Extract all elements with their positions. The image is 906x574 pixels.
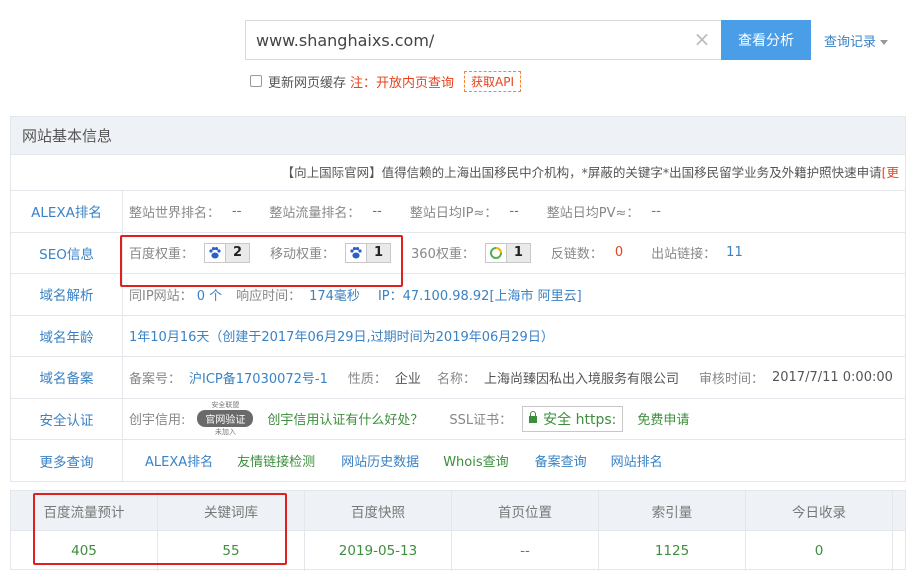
credit-benefit-link[interactable]: 创宇信用认证有什么好处？ (267, 409, 423, 428)
icp-name-label: 名称： (436, 371, 476, 387)
cache-row: 更新网页缓存 注：开放内页查询 获取API (250, 70, 522, 92)
row-label-security[interactable]: 安全认证 (11, 398, 123, 439)
url-input[interactable] (246, 21, 676, 59)
360-weight-label: 360权重： (411, 247, 475, 263)
response-time-value: 174毫秒 (309, 288, 360, 304)
360-weight-badge[interactable]: 1 (484, 242, 531, 263)
ssl-badge[interactable]: 安全 https: (522, 405, 624, 432)
more-link-friend[interactable]: 友情链接检测 (237, 451, 315, 470)
daily-pv-value: -- (651, 203, 661, 219)
seal-bottom-text: 未加入 (214, 428, 236, 437)
analyze-button[interactable]: 查看分析 (721, 20, 811, 60)
highlight-weight-box (120, 235, 403, 287)
icp-date-value: 2017/7/11 0:00:00 (771, 369, 893, 385)
icp-type-label: 性质： (347, 371, 387, 387)
stats-value-cell[interactable]: 2019-05-13 (305, 531, 452, 571)
site-basic-info-panel: 网站基本信息 【向上国际官网】值得信赖的上海出国移民中介机构，*屏蔽的关键字*出… (10, 116, 906, 482)
get-api-button[interactable]: 获取API (464, 70, 522, 92)
more-link-rank[interactable]: 网站排名 (611, 451, 663, 470)
highlight-stats-box (33, 493, 287, 565)
traffic-rank-value: -- (372, 203, 382, 219)
panel-title: 网站基本信息 (11, 117, 905, 155)
stats-header-cell: 索引量 (599, 491, 746, 530)
outlinks-value[interactable]: 11 (726, 245, 743, 260)
ssl-label: SSL证书： (449, 413, 513, 429)
icp-name-value: 上海尚臻因私出入境服务有限公司 (483, 371, 679, 387)
row-label-seo[interactable]: SEO信息 (11, 232, 123, 273)
icp-type-value: 企业 (394, 371, 421, 387)
stats-header-cell: 百度快照 (305, 491, 452, 530)
stats-value-cell[interactable]: -- (452, 531, 599, 571)
icp-number-value[interactable]: 沪ICP备17030072号-1 (189, 368, 328, 387)
update-cache-label[interactable]: 更新网页缓存 (268, 72, 346, 91)
360-logo-icon (486, 244, 506, 262)
backlinks-label: 反链数： (550, 247, 603, 263)
inner-page-note: 注：开放内页查询 (350, 75, 455, 91)
same-ip-label: 同IP网站： (129, 288, 193, 304)
daily-ip-label: 整站日均IP≈： (409, 205, 498, 221)
ad-more[interactable]: [更 (882, 165, 899, 180)
row-label-icp[interactable]: 域名备案 (11, 357, 123, 398)
stats-header-cell: 今日收录 (746, 491, 893, 530)
daily-ip-value: -- (509, 203, 519, 219)
ip-address-value[interactable]: IP：47.100.98.92[上海市 阿里云] (378, 285, 582, 304)
row-label-domain-age[interactable]: 域名年龄 (11, 315, 123, 356)
caret-down-icon (880, 40, 889, 45)
more-link-alexa[interactable]: ALEXA排名 (145, 451, 213, 470)
world-rank-label: 整站世界排名： (129, 205, 221, 221)
alexa-row: ALEXA排名 整站世界排名： -- 整站流量排名： -- 整站日均IP≈： -- 整… (11, 191, 905, 233)
query-history-link[interactable]: 查询记录 (824, 31, 889, 50)
row-label-alexa[interactable]: ALEXA排名 (11, 191, 123, 232)
same-ip-value[interactable]: 0 个 (197, 285, 222, 304)
icp-row: 域名备案 备案号： 沪ICP备17030072号-1 性质： 企业 名称： 上海尚臻因… (11, 357, 905, 399)
security-row: 安全认证 创宇信用: 安全联盟 官网验证 未加入 创宇信用认证有什么好处？ SS… (11, 398, 905, 440)
ad-text[interactable]: 【向上国际官网】值得信赖的上海出国移民中介机构，*屏蔽的关键字*出国移民留学业务… (282, 165, 882, 180)
free-apply-link[interactable]: 免费申请 (637, 409, 689, 428)
more-link-history[interactable]: 网站历史数据 (341, 451, 419, 470)
update-cache-checkbox[interactable] (250, 75, 262, 87)
ad-banner[interactable]: 【向上国际官网】值得信赖的上海出国移民中介机构，*屏蔽的关键字*出国移民留学业务… (11, 155, 905, 191)
official-verify-seal[interactable]: 安全联盟 官网验证 未加入 (197, 400, 254, 437)
row-label-domain-parse[interactable]: 域名解析 (11, 274, 123, 315)
row-label-more[interactable]: 更多查询 (11, 440, 123, 482)
icp-date-label: 审核时间： (698, 371, 764, 387)
lock-icon (529, 411, 538, 424)
url-search-box: × (245, 20, 721, 60)
ssl-value: 安全 https: (543, 411, 617, 428)
icp-number-label: 备案号： (129, 371, 182, 387)
domain-age-row: 域名年龄 1年10月16天（创建于2017年06月29日,过期时间为2019年0… (11, 315, 905, 357)
more-link-whois[interactable]: Whois查询 (443, 451, 508, 470)
seal-top-text: 安全联盟 (211, 401, 240, 410)
domain-age-value[interactable]: 1年10月16天（创建于2017年06月29日,过期时间为2019年06月29日… (129, 326, 554, 345)
response-time-label: 响应时间： (236, 288, 302, 304)
backlinks-value[interactable]: 0 (615, 245, 623, 260)
credit-label: 创宇信用: (129, 413, 186, 429)
stats-header-cell: 首页位置 (452, 491, 599, 530)
outlinks-label: 出站链接： (651, 247, 717, 263)
query-history-label: 查询记录 (824, 35, 877, 50)
seal-mid-text: 官网验证 (197, 410, 254, 428)
stats-value-cell[interactable]: 0 (746, 531, 893, 571)
daily-pv-label: 整站日均PV≈： (546, 205, 640, 221)
world-rank-value: -- (232, 203, 242, 219)
more-link-icp[interactable]: 备案查询 (535, 451, 587, 470)
traffic-rank-label: 整站流量排名： (269, 205, 361, 221)
360-weight-value: 1 (505, 243, 530, 262)
stats-value-cell[interactable]: 1125 (599, 531, 746, 571)
more-query-row: 更多查询 ALEXA排名 友情链接检测 网站历史数据 Whois查询 备案查询 … (11, 440, 905, 482)
clear-icon[interactable]: × (693, 29, 711, 49)
